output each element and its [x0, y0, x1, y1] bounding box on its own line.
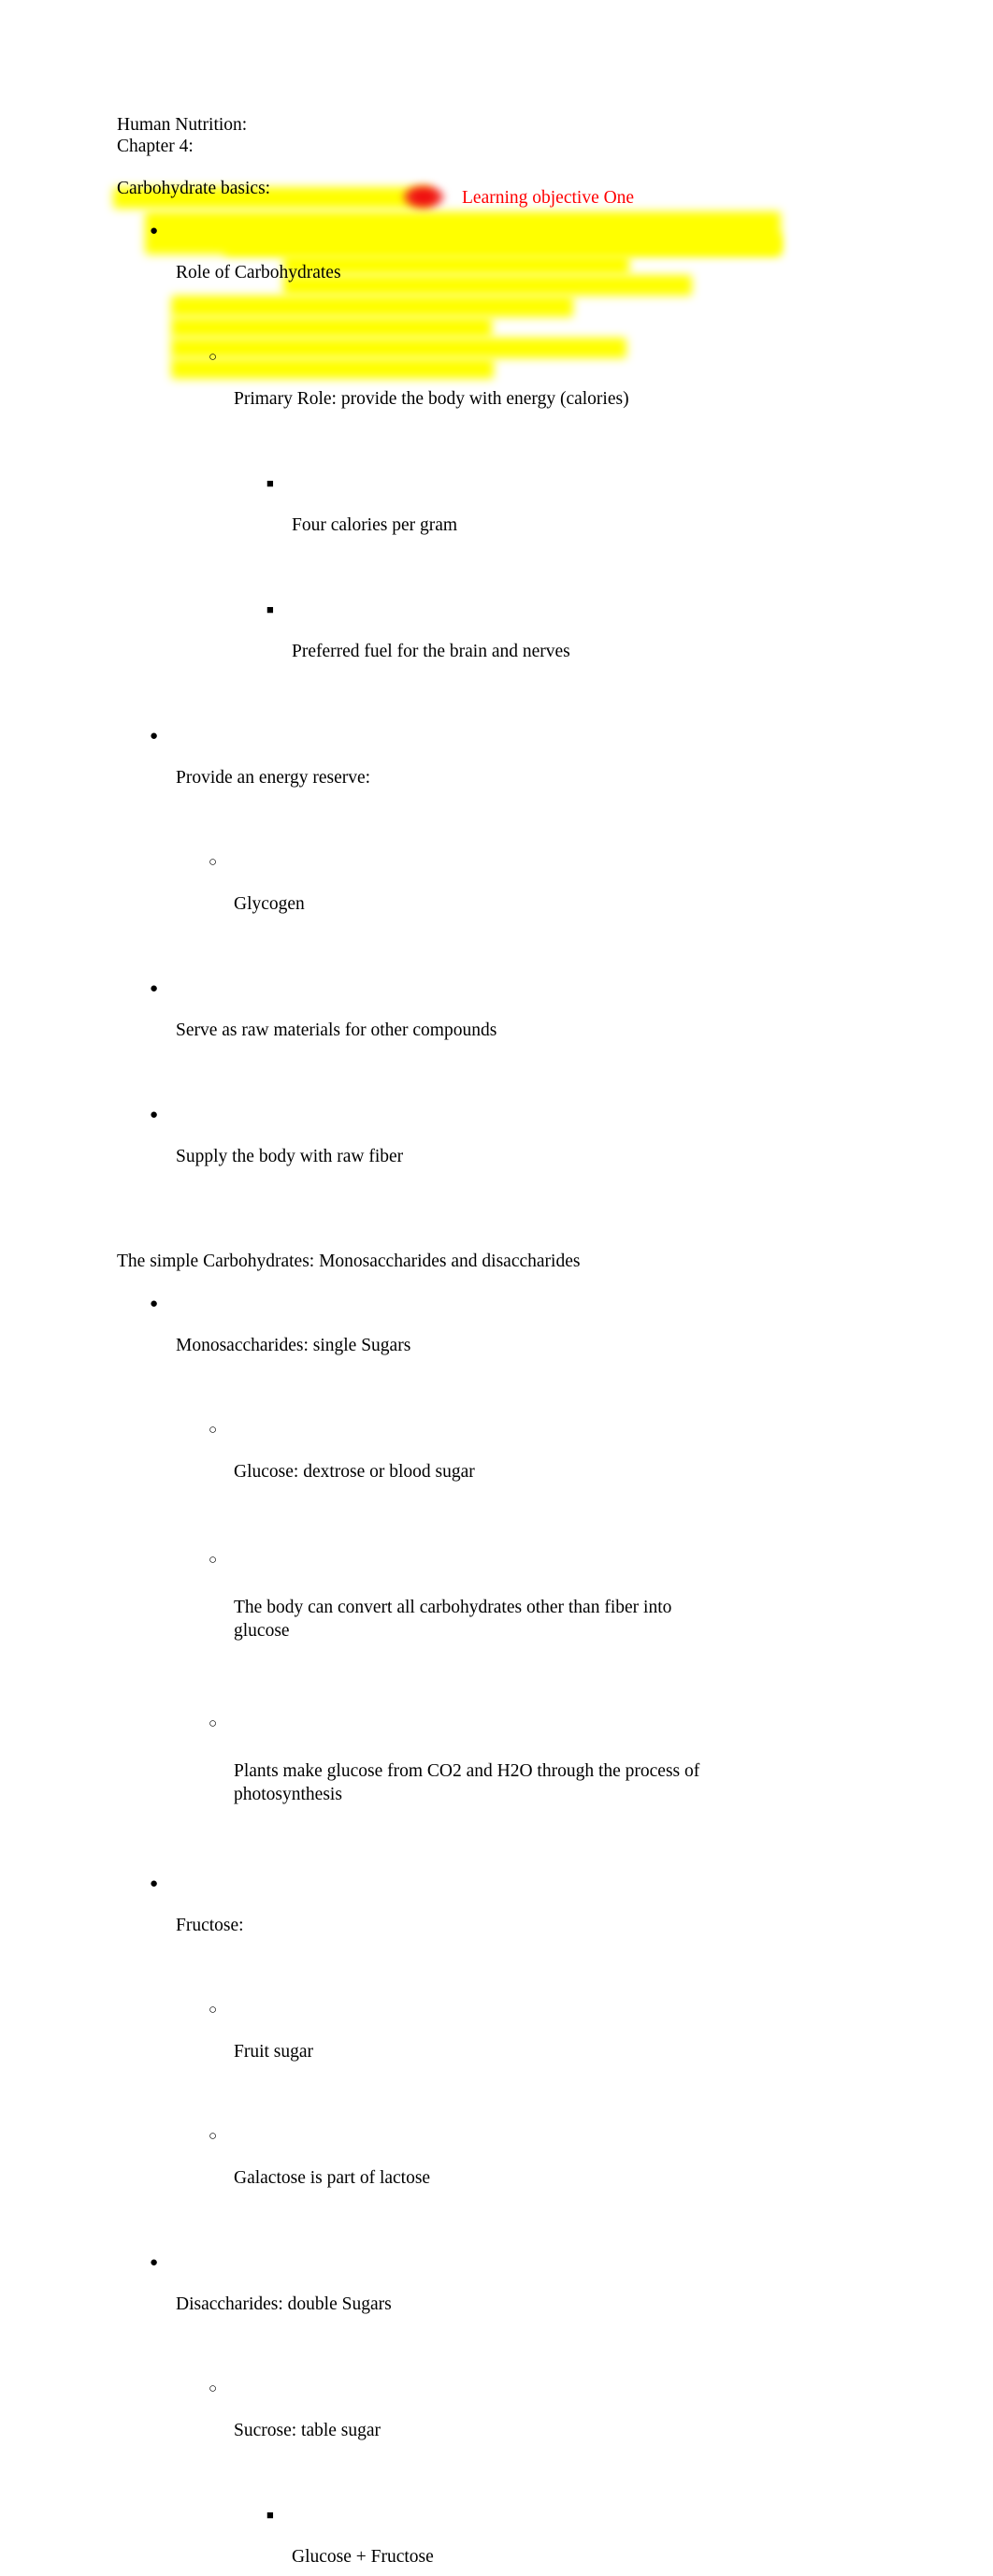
bullet-square-icon: ■	[266, 473, 274, 495]
bullet-disc-icon: ●	[150, 1874, 158, 1895]
list-item: ● Monosaccharides: single Sugars	[176, 1273, 856, 1399]
red-marker-annotation	[402, 184, 445, 210]
bullet-disc-icon: ●	[150, 1105, 158, 1126]
section-heading-simple-carbohydrates: The simple Carbohydrates: Monosaccharide…	[117, 1252, 856, 1273]
bullet-circle-icon: ○	[209, 2126, 217, 2148]
list-item: ○ Glucose: dextrose or blood sugar	[234, 1399, 856, 1526]
bullet-disc-icon: ●	[150, 221, 158, 242]
bullet-circle-icon: ○	[209, 2000, 217, 2021]
bullet-circle-icon: ○	[209, 347, 217, 369]
list-item: ● Fructose:	[176, 1853, 856, 1979]
bullet-disc-icon: ●	[150, 978, 158, 1000]
bullet-disc-icon: ●	[150, 726, 158, 747]
list-item: ○ Sucrose: table sugar	[234, 2358, 856, 2484]
spacer	[117, 157, 856, 179]
list-item: ● Serve as raw materials for other compo…	[176, 957, 856, 1083]
bullet-circle-icon: ○	[209, 2379, 217, 2400]
list-item: ■ Four calories per gram	[292, 452, 856, 578]
list-item: ■ Glucose + Fructose	[292, 2484, 856, 2576]
bullet-disc-icon: ●	[150, 1294, 158, 1315]
list-item: ○ The body can convert all carbohydrates…	[234, 1526, 720, 1689]
bullet-circle-icon: ○	[209, 1549, 217, 1572]
bullet-circle-icon: ○	[209, 852, 217, 874]
list-item: ● Disaccharides: double Sugars	[176, 2232, 856, 2358]
list-item: ● Provide an energy reserve:	[176, 704, 856, 831]
list-item: ● Role of Carbohydrates	[176, 199, 856, 326]
bullet-circle-icon: ○	[209, 1420, 217, 1441]
spacer	[117, 1209, 856, 1231]
list-item: ■ Preferred fuel for the brain and nerve…	[292, 578, 856, 704]
bullet-square-icon: ■	[266, 2505, 274, 2526]
document-body: Human Nutrition: Chapter 4: Carbohydrate…	[117, 115, 856, 2576]
list-item: ○ Plants make glucose from CO2 and H2O t…	[234, 1689, 715, 1853]
doc-title-line-2: Chapter 4:	[117, 137, 856, 158]
spacer	[117, 1231, 856, 1252]
bullet-square-icon: ■	[266, 600, 274, 621]
doc-title-line-1: Human Nutrition:	[117, 115, 856, 137]
bullet-circle-icon: ○	[209, 1713, 217, 1736]
list-item: ○ Galactose is part of lactose	[234, 2106, 856, 2232]
list-item: ○ Glycogen	[234, 831, 856, 957]
list-item: ● Supply the body with raw fiber	[176, 1083, 856, 1209]
list-item: ○ Primary Role: provide the body with en…	[234, 326, 856, 452]
learning-objective-annotation: Learning objective One	[462, 188, 634, 210]
bullet-disc-icon: ●	[150, 2252, 158, 2274]
list-item: ○ Fruit sugar	[234, 1979, 856, 2106]
document-page: Learning objective One Human Nutrition: …	[0, 0, 993, 1288]
